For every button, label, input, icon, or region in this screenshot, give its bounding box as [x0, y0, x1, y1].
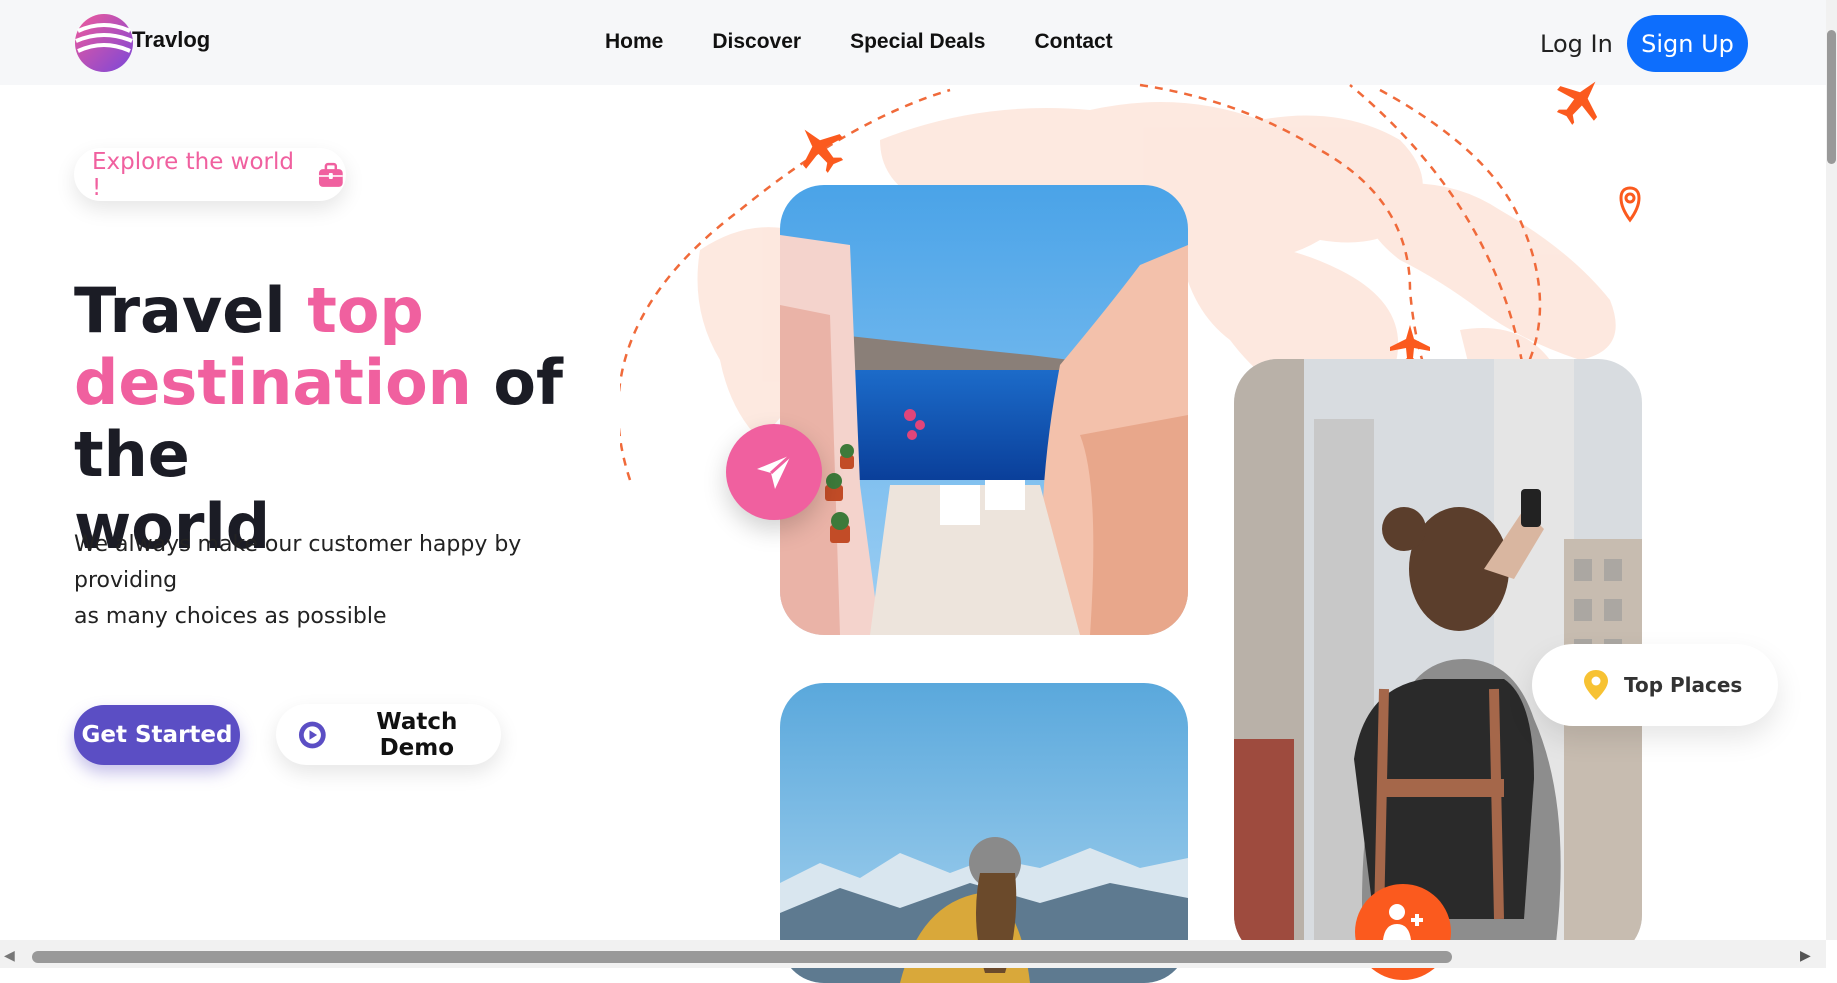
heading-part1: Travel [74, 274, 308, 347]
nav-links: Home Discover Special Deals Contact [605, 30, 1162, 54]
santorini-photo [780, 185, 1188, 635]
horizontal-scrollbar[interactable]: ◀ ▶ [0, 940, 1826, 968]
heading-highlight-destination: destination [74, 346, 472, 419]
watch-demo-label: Watch Demo [376, 708, 458, 761]
user-plus-icon [1383, 904, 1423, 940]
explore-pill: Explore the world ! [74, 148, 346, 201]
nav-contact[interactable]: Contact [1035, 30, 1113, 54]
top-places-label: Top Places [1624, 673, 1743, 697]
location-icon [1619, 186, 1641, 223]
navbar: Travlog Home Discover Special Deals Cont… [0, 0, 1826, 85]
desc-line2: providing [74, 568, 178, 593]
vertical-scrollbar-thumb[interactable] [1827, 30, 1836, 164]
play-icon [298, 721, 326, 748]
desc-line1: We always make our customer happy by [74, 532, 522, 557]
signup-button[interactable]: Sign Up [1627, 15, 1748, 72]
briefcase-icon [319, 162, 344, 187]
nav-special-deals[interactable]: Special Deals [850, 30, 985, 54]
send-icon [757, 453, 793, 489]
desc-line3: as many choices as possible [74, 604, 387, 629]
watch-demo-button[interactable]: Watch Demo [276, 704, 501, 765]
airplane-icon [1556, 81, 1598, 125]
mountain-photo [780, 683, 1188, 983]
brand-name[interactable]: Travlog [132, 27, 210, 53]
get-started-button[interactable]: Get Started [74, 705, 240, 765]
map-pin-icon [1584, 670, 1608, 700]
nav-home[interactable]: Home [605, 30, 663, 54]
scroll-right-arrow-icon[interactable]: ▶ [1800, 948, 1811, 964]
airplane-icon [802, 129, 844, 173]
hero-description: We always make our customer happy by pro… [74, 527, 544, 635]
explore-text: Explore the world ! [92, 148, 295, 201]
scroll-left-arrow-icon[interactable]: ◀ [4, 948, 15, 964]
top-places-card[interactable]: Top Places [1532, 644, 1778, 726]
heading-highlight-top: top [307, 274, 424, 347]
login-link[interactable]: Log In [1540, 30, 1613, 58]
vertical-scrollbar[interactable] [1826, 0, 1837, 940]
nav-discover[interactable]: Discover [712, 30, 801, 54]
send-button[interactable] [726, 424, 822, 520]
hero-heading: Travel top destination of the world [74, 275, 604, 563]
logo-icon[interactable] [74, 13, 134, 73]
horizontal-scrollbar-thumb[interactable] [32, 951, 1452, 963]
